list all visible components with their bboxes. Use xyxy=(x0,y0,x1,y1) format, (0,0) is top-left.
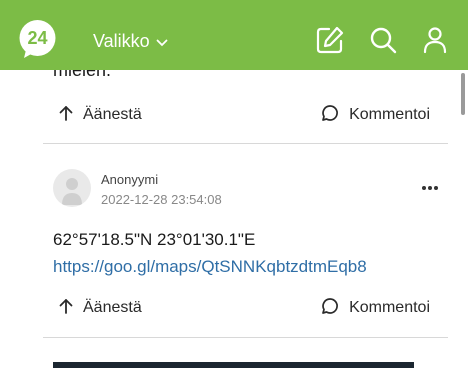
avatar xyxy=(53,169,91,207)
vote-label: Äänestä xyxy=(83,106,142,123)
scrollbar[interactable] xyxy=(461,73,465,115)
menu-label: Valikko xyxy=(93,30,150,51)
comment-bubble-icon xyxy=(321,104,339,127)
comment-button[interactable]: Kommentoi xyxy=(321,293,430,323)
post-divider xyxy=(43,143,448,144)
arrow-up-icon xyxy=(59,105,73,126)
vote-button[interactable]: Äänestä xyxy=(59,293,142,323)
compose-icon[interactable] xyxy=(315,25,345,55)
post-media-preview[interactable] xyxy=(53,362,414,368)
top-bar: 24 Valikko xyxy=(0,0,468,70)
comment-button[interactable]: Kommentoi xyxy=(321,100,430,130)
map-link[interactable]: https://goo.gl/maps/QtSNNKqbtzdtmEqb8 xyxy=(53,257,367,277)
post-actions: Äänestä Kommentoi xyxy=(43,293,448,323)
vote-label: Äänestä xyxy=(83,299,142,316)
more-options-icon[interactable] xyxy=(420,180,440,196)
chevron-down-icon xyxy=(156,31,168,52)
site-logo[interactable]: 24 xyxy=(18,20,57,59)
logo-text: 24 xyxy=(27,28,48,48)
arrow-up-icon xyxy=(59,298,73,319)
comment-label: Kommentoi xyxy=(349,106,430,123)
post-timestamp: 2022-12-28 23:54:08 xyxy=(101,192,222,207)
comment-label: Kommentoi xyxy=(349,299,430,316)
menu-toggle[interactable]: Valikko xyxy=(93,28,168,54)
post-divider xyxy=(43,337,448,338)
vote-button[interactable]: Äänestä xyxy=(59,100,142,130)
post-coordinates: 62°57'18.5"N 23°01'30.1"E xyxy=(53,230,256,249)
comment-bubble-icon xyxy=(321,297,339,320)
post-author: Anonyymi xyxy=(101,172,159,187)
search-icon[interactable] xyxy=(368,25,398,55)
previous-post-actions: Äänestä Kommentoi xyxy=(43,100,448,130)
user-icon[interactable] xyxy=(421,25,451,55)
